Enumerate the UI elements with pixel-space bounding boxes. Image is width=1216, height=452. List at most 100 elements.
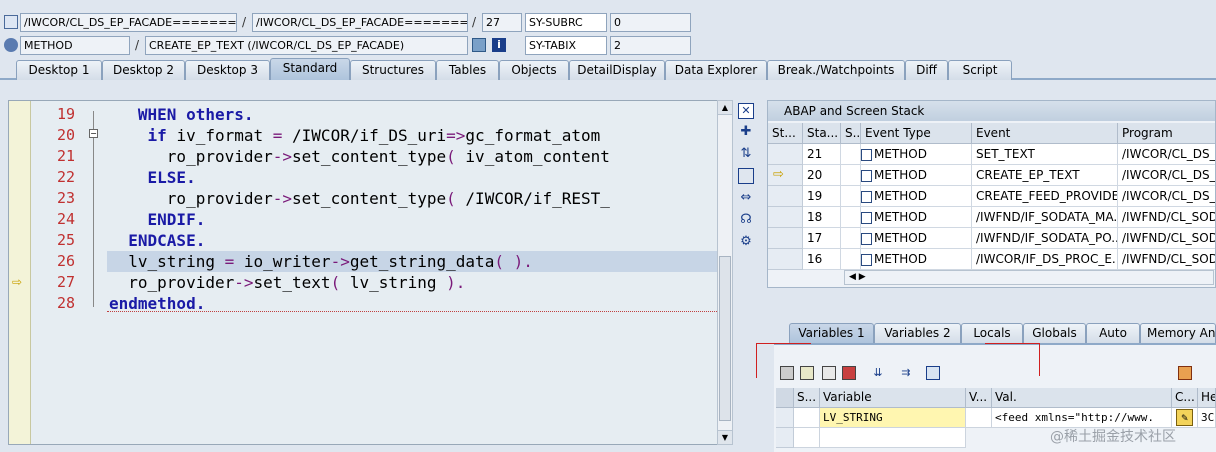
stack-column-header[interactable]: Event [972,123,1118,144]
stack-row-selector[interactable] [768,144,803,165]
stack-cell[interactable]: 19 [803,186,841,207]
tab-breakpoints[interactable]: Break./Watchpoints [767,60,905,80]
stack-cell[interactable]: CREATE_FEED_PROVIDER [972,186,1118,207]
tab-memory-analysis[interactable]: Memory An [1140,323,1216,343]
tab-data-explorer[interactable]: Data Explorer [665,60,767,80]
stack-cell[interactable]: /IWFND/IF_SODATA_MA... [972,207,1118,228]
sy-subrc-label[interactable]: SY-SUBRC [525,13,607,32]
code-line[interactable]: ro_provider->set_content_type( /IWCOR/if… [109,188,610,209]
save-list-icon[interactable] [842,366,856,380]
stack-cell[interactable]: 18 [803,207,841,228]
stack-cell[interactable]: 16 [803,249,841,270]
tab-desktop-2[interactable]: Desktop 2 [102,60,185,80]
stack-cell[interactable]: METHOD [861,228,972,249]
stack-cell[interactable]: /IWFND/IF_SODATA_PO... [972,228,1118,249]
var-name-cell[interactable]: LV_STRING [820,408,966,428]
stack-column-header[interactable]: Sta... [803,123,841,144]
tab-globals[interactable]: Globals [1023,323,1086,343]
stack-column-header[interactable]: Program [1118,123,1215,144]
transfer-icon[interactable]: ⇉ [898,366,914,380]
tab-variables-1[interactable]: Variables 1 [789,323,874,343]
stack-cell[interactable]: /IWCOR/CL_DS_E [1118,144,1215,165]
code-vertical-scrollbar[interactable]: ▲ ▼ [717,100,733,445]
tab-locals[interactable]: Locals [961,323,1023,343]
swap-tool-icon[interactable]: ⇅ [738,146,754,162]
maximize-icon[interactable] [738,168,754,184]
code-line[interactable]: ELSE. [109,167,196,188]
stack-cell[interactable]: SET_TEXT [972,144,1118,165]
code-line[interactable]: ro_provider->set_text( lv_string ). [109,272,465,293]
stack-row-selector[interactable] [768,228,803,249]
var-col-status[interactable]: S... [794,388,820,408]
stack-cell[interactable]: /IWCOR/CL_DS_E [1118,165,1215,186]
stack-cell[interactable]: CREATE_EP_TEXT [972,165,1118,186]
delete-icon[interactable] [780,366,794,380]
save-icon[interactable] [1178,366,1192,380]
fold-toggle-icon[interactable]: − [89,129,98,138]
tab-auto[interactable]: Auto [1086,323,1140,343]
sy-tabix-value[interactable]: 2 [610,36,691,55]
tab-variables-2[interactable]: Variables 2 [874,323,961,343]
tag-icon[interactable] [926,366,940,380]
tab-structures[interactable]: Structures [350,60,436,80]
stack-cell[interactable]: /IWCOR/IF_DS_PROC_E... [972,249,1118,270]
tab-detaildisplay[interactable]: DetailDisplay [569,60,665,80]
var-change-cell[interactable]: ✎ [1172,408,1198,428]
stack-cell[interactable]: METHOD [861,249,972,270]
stack-column-header[interactable]: Event Type [861,123,972,144]
stack-cell[interactable] [841,249,861,270]
tab-diff[interactable]: Diff [905,60,948,80]
stack-cell[interactable]: /IWCOR/CL_DS_E [1118,186,1215,207]
scroll-thumb[interactable] [719,256,731,421]
stack-row-selector[interactable] [768,186,803,207]
code-line[interactable]: if iv_format = /IWCOR/if_DS_uri=>gc_form… [109,125,601,146]
stack-row-selector[interactable] [768,207,803,228]
services-icon[interactable]: ☊ [738,212,754,228]
row-selector[interactable] [776,408,794,428]
stack-cell[interactable]: /IWFND/CL_SODA [1118,228,1215,249]
stack-cell[interactable]: 21 [803,144,841,165]
var-col-hex[interactable]: He [1198,388,1216,408]
copy-icon[interactable] [800,366,814,380]
tab-script[interactable]: Script [948,60,1012,80]
var-name-input[interactable] [820,428,966,448]
sy-tabix-label[interactable]: SY-TABIX [525,36,607,55]
info-icon[interactable]: i [492,38,506,52]
tab-desktop-3[interactable]: Desktop 3 [185,60,270,80]
details-icon[interactable] [822,366,836,380]
event-type-field[interactable]: METHOD [20,36,130,55]
stack-cell[interactable]: /IWFND/CL_SODA [1118,207,1215,228]
close-icon[interactable]: ✕ [738,103,754,119]
stack-column-header[interactable]: St... [768,123,803,144]
row-selector[interactable] [776,428,794,448]
stack-cell[interactable]: METHOD [861,186,972,207]
code-line[interactable]: ENDIF. [109,209,206,230]
stack-row-selector[interactable] [768,249,803,270]
new-tool-icon[interactable]: ✚ [738,124,754,140]
stack-cell[interactable]: 20 [803,165,841,186]
sort-icon[interactable]: ⇊ [870,366,886,380]
tab-tables[interactable]: Tables [436,60,499,80]
stack-cell[interactable]: METHOD [861,165,972,186]
event-field[interactable]: CREATE_EP_TEXT (/IWCOR/CL_DS_EP_FACADE) [145,36,468,55]
stack-column-header[interactable]: S... [841,123,861,144]
stack-cell[interactable] [841,144,861,165]
sy-subrc-value[interactable]: 0 [610,13,691,32]
include-field[interactable]: /IWCOR/CL_DS_EP_FACADE======= [252,13,468,32]
stack-cell[interactable] [841,165,861,186]
stack-cell[interactable] [841,186,861,207]
tab-standard[interactable]: Standard [270,58,350,80]
code-line[interactable]: WHEN others. [109,104,254,125]
var-value-cell[interactable]: <feed xmlns="http://www. [992,408,1172,428]
var-col-v[interactable]: V... [966,388,992,408]
stack-horizontal-scrollbar[interactable]: ◀ ▶ [844,270,1214,285]
pencil-edit-icon[interactable]: ✎ [1176,409,1193,426]
stack-cell[interactable]: METHOD [861,144,972,165]
var-col-change[interactable]: C... [1172,388,1198,408]
scroll-up-arrow[interactable]: ▲ [718,101,732,115]
tab-objects[interactable]: Objects [499,60,569,80]
stack-cell[interactable]: 17 [803,228,841,249]
structure-icon[interactable] [472,38,486,52]
var-col-variable[interactable]: Variable [820,388,966,408]
tab-desktop-1[interactable]: Desktop 1 [16,60,102,80]
